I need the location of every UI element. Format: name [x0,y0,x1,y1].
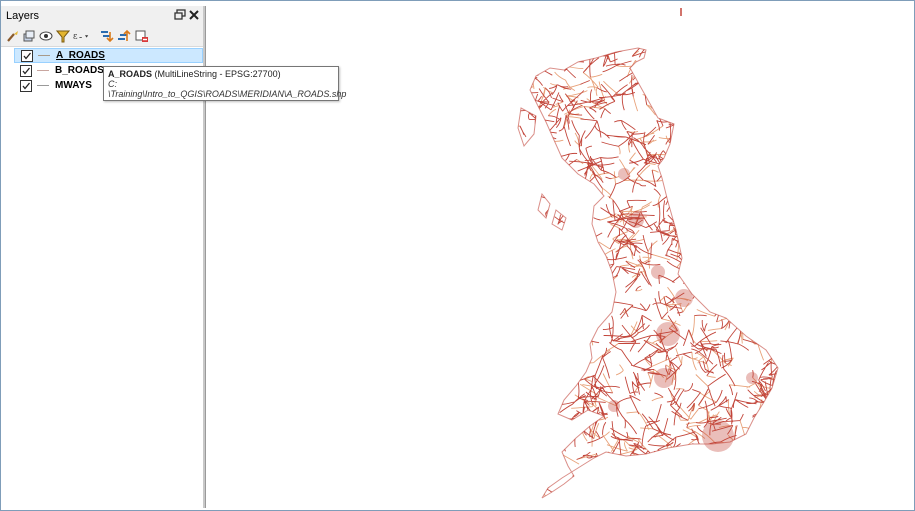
open-layer-styling-icon[interactable] [5,28,21,44]
tooltip-geometry-info: (MultiLineString - EPSG:27700) [154,69,281,79]
layer-visibility-checkbox[interactable] [21,49,33,62]
tooltip-path: \Training\Intro_to_QGIS\ROADS\MERIDIAN\A… [108,89,347,99]
urban-cluster [628,212,644,228]
close-panel-icon[interactable] [187,8,201,22]
urban-cluster [746,372,758,384]
layer-name: B_ROADS [55,65,104,76]
manage-map-themes-icon[interactable] [38,28,54,44]
tooltip-drive: C: [108,79,117,89]
layers-panel-title: Layers [6,10,40,22]
layer-tooltip: A_ROADS (MultiLineString - EPSG:27700) C… [103,66,347,101]
layers-tree: A_ROADS B_ROADS MWAYS [1,47,203,508]
svg-text:ε: ε [73,32,78,42]
line-symbol-icon [37,85,49,86]
remove-layer-icon[interactable] [134,28,150,44]
layer-item-a-roads[interactable]: A_ROADS [14,48,203,63]
layers-toolbar: ε [1,26,203,47]
expand-all-icon[interactable] [99,28,115,44]
layer-visibility-checkbox[interactable] [20,79,32,92]
layer-visibility-checkbox[interactable] [20,64,32,77]
filter-by-expression-icon[interactable]: ε [73,28,89,44]
urban-cluster [651,265,665,279]
major-roads [518,48,778,498]
urban-cluster [675,289,693,307]
undock-panel-icon[interactable] [173,8,187,22]
collapse-all-icon[interactable] [116,28,132,44]
line-symbol-icon [38,55,50,56]
line-symbol-icon [37,70,49,71]
add-group-icon[interactable] [21,28,37,44]
urban-cluster [656,322,680,346]
layer-name: MWAYS [55,80,92,91]
layers-panel-titlebar: Layers [1,6,203,26]
tooltip-layer-name: A_ROADS [108,69,153,79]
urban-cluster [608,400,620,412]
layer-name: A_ROADS [56,50,105,61]
urban-cluster [618,168,630,180]
urban-cluster [654,368,674,388]
filter-legend-icon[interactable] [55,28,71,44]
urban-cluster [702,420,734,452]
